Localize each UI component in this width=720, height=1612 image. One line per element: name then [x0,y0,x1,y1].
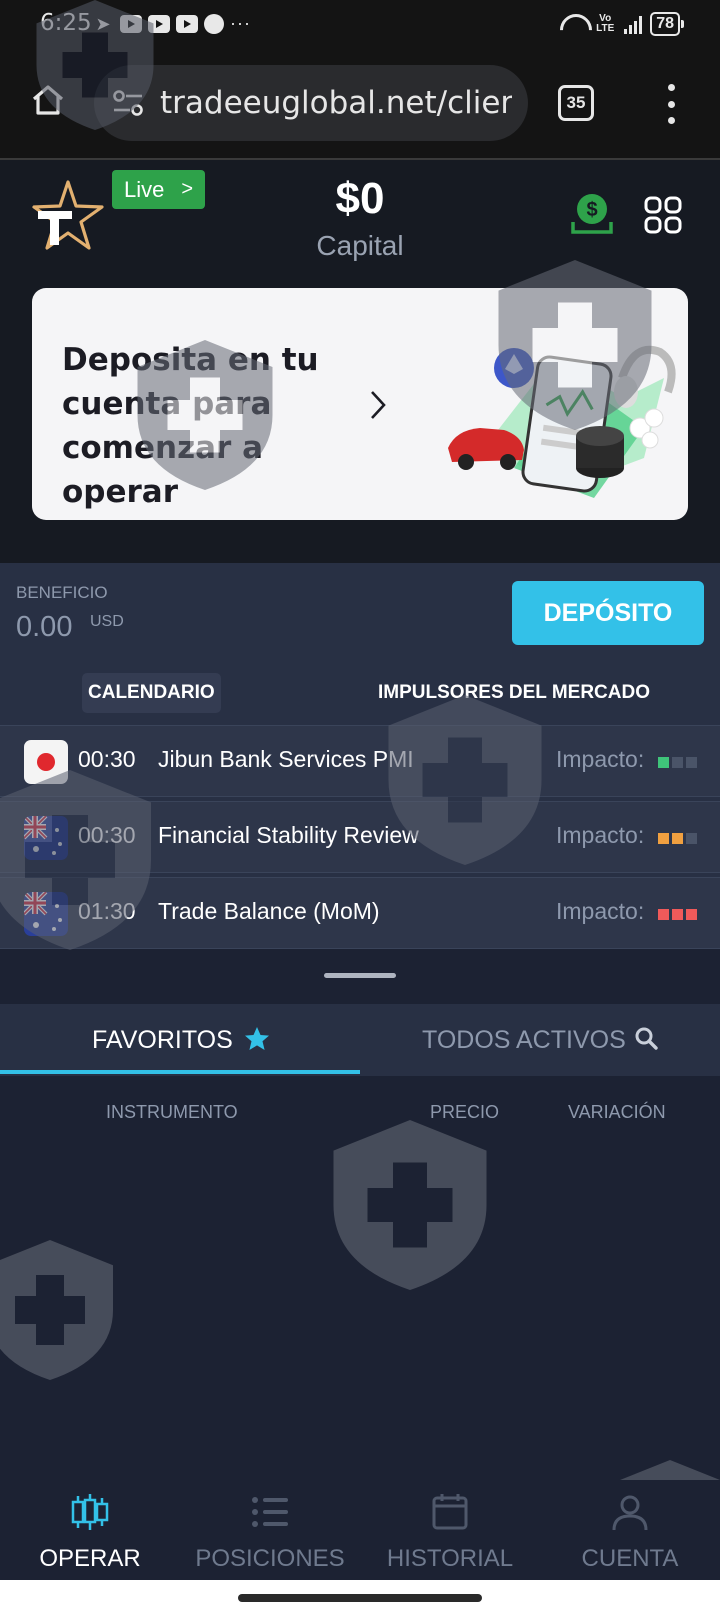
youtube-icon [176,14,198,33]
profit-currency: USD [90,613,124,630]
bottom-navigation: OPERAR POSICIONES HISTORIAL CUENTA [0,1480,720,1580]
tab-all-assets[interactable]: TODOS ACTIVOS [422,1026,626,1055]
profit-summary: BENEFICIO 0.00 USD DEPÓSITO [0,563,720,663]
profit-label: BENEFICIO [16,583,108,602]
event-row[interactable]: 01:30 Trade Balance (MoM) Impacto: [0,877,720,949]
watermark-shield-icon [0,1240,113,1380]
chevron-right-icon [371,391,386,419]
event-row[interactable]: 00:30 Jibun Bank Services PMI Impacto: [0,725,720,797]
battery-indicator: 78 [650,12,684,36]
signal-icon [624,14,643,34]
calendar-tabs: CALENDARIO IMPULSORES DEL MERCADO [0,663,720,723]
impact-square [672,757,683,768]
gesture-bar [0,1580,720,1612]
status-time: 6:25 [40,10,92,36]
browser-toolbar: tradeeuglobal.net/client- 35 [0,50,720,160]
event-time: 00:30 [78,822,136,848]
notification-icons: ➤ ··· [92,13,251,34]
impact-label: Impacto: [556,822,645,848]
address-bar[interactable]: tradeeuglobal.net/client- [94,65,528,141]
impact-indicator [658,833,697,844]
list-icon [252,1497,288,1527]
asset-tabs: FAVORITOS TODOS ACTIVOS [0,1004,720,1076]
event-row[interactable]: 00:30 Financial Stability Review Impacto… [0,801,720,873]
impact-square [686,909,697,920]
nav-label: POSICIONES [195,1545,345,1572]
column-price: PRECIO [430,1102,500,1122]
tab-market-movers[interactable]: IMPULSORES DEL MERCADO [372,673,656,713]
profit-value: 0.00 [16,611,73,643]
impact-label: Impacto: [556,898,645,924]
japan-flag-icon [24,740,68,784]
tab-favorites[interactable]: FAVORITOS [92,1026,233,1055]
impact-square [686,833,697,844]
nav-label: CUENTA [581,1545,679,1572]
impact-indicator [658,757,697,768]
youtube-icon [120,14,142,33]
promo-text: Deposita en tu cuenta para comenzar a op… [62,342,319,510]
event-time: 01:30 [78,898,136,924]
nav-label: HISTORIAL [386,1545,514,1572]
deposit-money-icon[interactable]: $ [570,192,614,236]
impact-square [672,833,683,844]
nav-positions[interactable]: POSICIONES [180,1492,360,1573]
column-change: VARIACIÓN [568,1102,666,1122]
svg-text:$: $ [586,199,597,221]
impact-label: Impacto: [556,746,645,772]
app-notification-icon [204,13,224,34]
volte-indicator: Vo LTE [596,13,615,34]
more-notifications-icon: ··· [230,13,251,33]
site-settings-icon[interactable] [112,90,144,116]
drag-handle[interactable] [324,973,396,978]
event-name: Jibun Bank Services PMI [158,746,414,772]
status-bar: 6:25 ➤ ··· Vo LTE 78 [0,0,720,50]
home-gesture-handle[interactable] [238,1594,482,1602]
search-icon[interactable] [634,1026,658,1050]
active-tab-indicator [0,1070,360,1074]
nav-account[interactable]: CUENTA [540,1492,720,1573]
app-header: Live > $0 Capital $ Deposita en tu cuent… [0,160,720,563]
deposit-button[interactable]: DEPÓSITO [512,581,704,645]
impact-square [672,909,683,920]
nav-trade[interactable]: OPERAR [0,1492,180,1573]
impact-indicator [658,909,697,920]
home-icon[interactable] [30,82,66,118]
column-instrument: INSTRUMENTO [106,1102,238,1122]
wifi-icon [560,14,586,34]
economic-events-list: 00:30 Jibun Bank Services PMI Impacto: 0… [0,723,720,949]
apps-grid-icon[interactable] [644,196,682,234]
user-icon [612,1495,648,1531]
browser-menu-icon[interactable] [664,84,678,124]
impact-square [658,833,669,844]
event-time: 00:30 [78,746,136,772]
impact-square [686,757,697,768]
promo-illustration [448,345,676,498]
url-text[interactable]: tradeeuglobal.net/client- [160,85,512,121]
tab-switcher-button[interactable]: 35 [558,85,594,121]
impact-square [658,909,669,920]
telegram-icon: ➤ [95,13,111,34]
star-icon [245,1027,269,1050]
watermark-shield-icon [333,1120,487,1290]
deposit-promo-banner[interactable]: Deposita en tu cuenta para comenzar a op… [32,288,688,520]
impact-square [658,757,669,768]
nav-history[interactable]: HISTORIAL [360,1492,540,1573]
candlestick-icon [71,1494,109,1530]
australia-flag-icon [24,892,68,936]
tab-calendar[interactable]: CALENDARIO [82,673,221,713]
australia-flag-icon [24,816,68,860]
nav-label: OPERAR [39,1545,141,1572]
event-name: Financial Stability Review [158,822,419,848]
calendar-icon [432,1494,468,1530]
youtube-icon [148,14,170,33]
event-name: Trade Balance (MoM) [158,898,380,924]
